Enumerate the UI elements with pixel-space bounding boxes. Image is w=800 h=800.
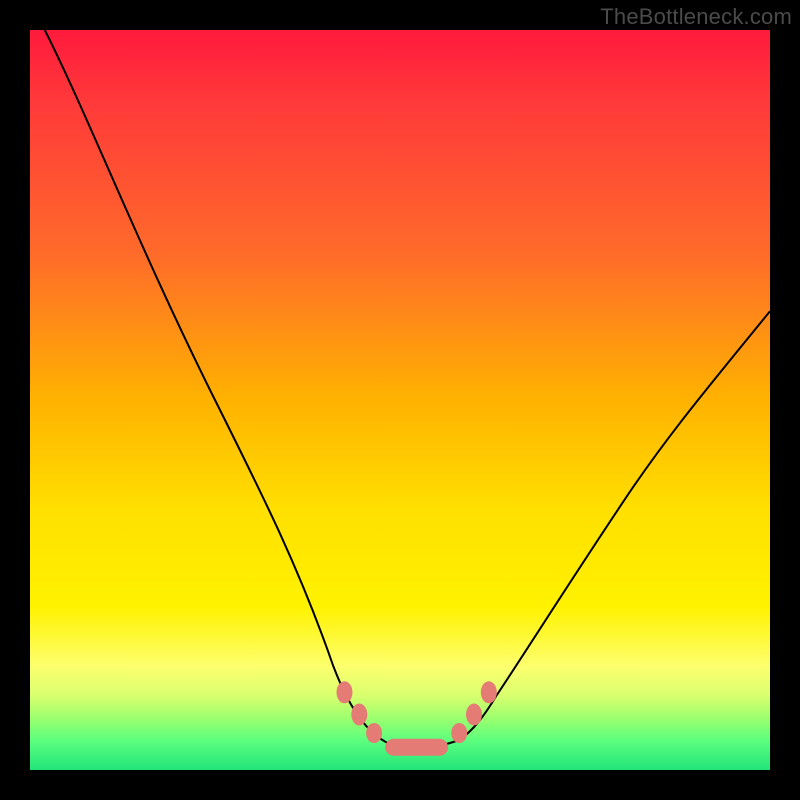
curve-layer xyxy=(30,30,770,770)
curve-marker xyxy=(466,704,482,726)
chart-frame: TheBottleneck.com xyxy=(0,0,800,800)
curve-marker xyxy=(337,681,353,703)
plot-area xyxy=(30,30,770,770)
watermark-text: TheBottleneck.com xyxy=(600,4,792,30)
curve-marker xyxy=(481,681,497,703)
bottleneck-curve xyxy=(45,30,770,748)
curve-marker xyxy=(366,723,382,743)
curve-floor-pill xyxy=(385,739,448,756)
curve-marker xyxy=(451,723,467,743)
curve-marker xyxy=(351,704,367,726)
